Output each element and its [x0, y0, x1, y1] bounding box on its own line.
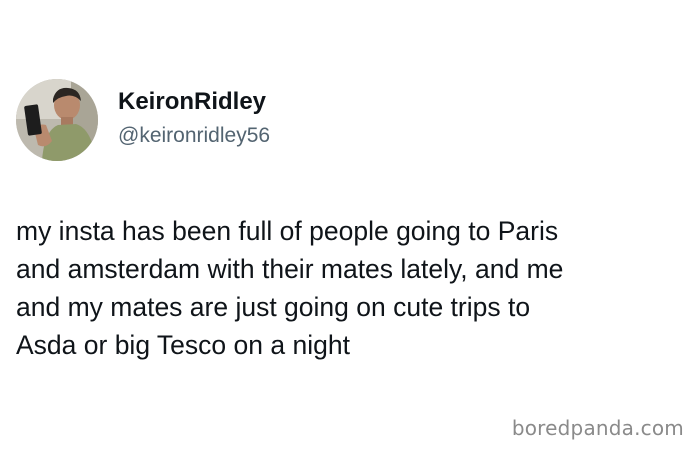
author-display-name[interactable]: KeironRidley	[118, 87, 270, 117]
tweet-text-line: and amsterdam with their mates lately, a…	[16, 254, 564, 284]
tweet-header: KeironRidley @keironridley56	[16, 79, 270, 161]
tweet-text-line: my insta has been full of people going t…	[16, 216, 559, 246]
tweet-text-line: and my mates are just going on cute trip…	[16, 292, 531, 322]
author-handle[interactable]: @keironridley56	[118, 121, 270, 151]
author-names: KeironRidley @keironridley56	[118, 87, 270, 151]
avatar[interactable]	[16, 79, 98, 161]
watermark: boredpanda.com	[511, 416, 684, 440]
tweet-card: KeironRidley @keironridley56 my insta ha…	[0, 0, 700, 454]
tweet-text: my insta has been full of people going t…	[16, 212, 688, 364]
tweet-text-line: Asda or big Tesco on a night	[16, 330, 350, 360]
profile-photo-icon	[16, 79, 98, 161]
